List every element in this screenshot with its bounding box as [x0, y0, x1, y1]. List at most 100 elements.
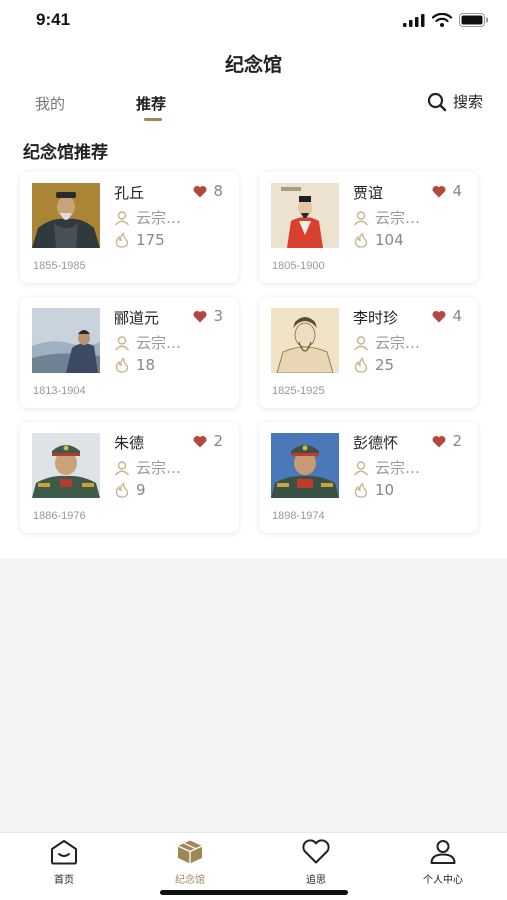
- author-row: 云宗…: [114, 457, 181, 478]
- views-row: 104: [353, 231, 404, 249]
- author-name: 云宗…: [136, 459, 182, 477]
- portrait-image: [32, 183, 100, 248]
- nav-profile-label: 个人中心: [423, 875, 463, 886]
- likes-value: 4: [452, 307, 462, 325]
- person-icon: [430, 840, 456, 864]
- content-area: 9:41 纪念馆 我的 推荐 搜索 纪念馆推荐 孔丘 8 云宗… 175 185…: [0, 0, 507, 558]
- fire-icon: [354, 482, 368, 498]
- memorial-name: 郦道元: [114, 309, 160, 327]
- views-row: 18: [114, 356, 155, 374]
- views-value: 18: [136, 356, 156, 374]
- views-row: 10: [353, 481, 394, 499]
- tab-bar: 我的 推荐 搜索: [0, 90, 507, 124]
- views-value: 175: [136, 231, 165, 249]
- status-icons: [403, 12, 489, 28]
- heart-icon: [302, 839, 330, 864]
- fire-icon: [115, 232, 129, 248]
- likes-count: 2: [193, 432, 223, 450]
- person-icon: [353, 335, 369, 350]
- status-bar: 9:41: [0, 0, 507, 40]
- page-title: 纪念馆: [224, 54, 282, 76]
- nav-home[interactable]: 首页: [14, 839, 114, 886]
- life-years: 1855-1985: [33, 260, 86, 272]
- search-label: 搜索: [452, 93, 483, 111]
- status-time: 9:41: [36, 10, 71, 29]
- likes-value: 3: [213, 307, 223, 325]
- memorial-name: 朱德: [114, 434, 145, 452]
- memorial-box-icon: [177, 840, 203, 864]
- home-indicator: [160, 890, 348, 895]
- search-icon: [427, 92, 447, 111]
- nav-profile[interactable]: 个人中心: [393, 839, 493, 886]
- portrait-image: [32, 308, 100, 373]
- likes-count: 4: [432, 182, 462, 200]
- life-years: 1886-1976: [33, 510, 86, 522]
- author-row: 云宗…: [114, 332, 181, 353]
- author-row: 云宗…: [353, 332, 420, 353]
- memorial-card[interactable]: 郦道元 3 云宗… 18 1813-1904: [20, 297, 239, 408]
- likes-value: 4: [452, 182, 462, 200]
- author-name: 云宗…: [136, 209, 182, 227]
- heart-icon: [433, 435, 446, 447]
- life-years: 1825-1925: [272, 385, 325, 397]
- memorial-name: 李时珍: [353, 309, 399, 327]
- active-tab-indicator: [144, 118, 162, 121]
- fire-icon: [354, 357, 368, 373]
- heart-icon: [194, 185, 207, 197]
- nav-memorial[interactable]: 纪念馆: [140, 839, 240, 886]
- portrait-image: [271, 183, 339, 248]
- memorial-card[interactable]: 贾谊 4 云宗… 104 1805-1900: [259, 172, 478, 283]
- portrait-image: [271, 308, 339, 373]
- memorial-card[interactable]: 朱德 2 云宗… 9 1886-1976: [20, 422, 239, 533]
- nav-home-label: 首页: [54, 875, 74, 886]
- nav-memorial-label: 纪念馆: [175, 875, 205, 886]
- fire-icon: [354, 232, 368, 248]
- likes-count: 3: [193, 307, 223, 325]
- memorial-name: 贾谊: [353, 184, 384, 202]
- likes-count: 8: [193, 182, 223, 200]
- author-name: 云宗…: [375, 209, 421, 227]
- views-value: 9: [136, 481, 146, 499]
- life-years: 1898-1974: [272, 510, 325, 522]
- views-row: 25: [353, 356, 394, 374]
- person-icon: [114, 210, 130, 225]
- nav-remembrance-label: 追思: [306, 875, 326, 886]
- author-row: 云宗…: [114, 207, 181, 228]
- person-icon: [353, 210, 369, 225]
- views-row: 9: [114, 481, 146, 499]
- wifi-icon: [432, 13, 452, 27]
- memorial-card[interactable]: 彭德怀 2 云宗… 10 1898-1974: [259, 422, 478, 533]
- memorial-card[interactable]: 孔丘 8 云宗… 175 1855-1985: [20, 172, 239, 283]
- likes-value: 2: [213, 432, 223, 450]
- author-name: 云宗…: [375, 459, 421, 477]
- views-value: 104: [375, 231, 404, 249]
- battery-icon: [459, 13, 488, 27]
- likes-value: 8: [213, 182, 223, 200]
- views-value: 25: [375, 356, 395, 374]
- tab-mine[interactable]: 我的: [35, 93, 65, 114]
- home-icon: [51, 840, 77, 865]
- memorial-name: 彭德怀: [353, 434, 399, 452]
- person-icon: [114, 460, 130, 475]
- portrait-image: [271, 433, 339, 498]
- nav-remembrance[interactable]: 追思: [266, 839, 366, 886]
- fire-icon: [115, 482, 129, 498]
- tab-recommended[interactable]: 推荐: [136, 93, 166, 114]
- heart-icon: [194, 435, 207, 447]
- cellular-signal-icon: [403, 13, 425, 27]
- life-years: 1813-1904: [33, 385, 86, 397]
- memorial-card[interactable]: 李时珍 4 云宗… 25 1825-1925: [259, 297, 478, 408]
- heart-icon: [194, 310, 207, 322]
- likes-count: 4: [432, 307, 462, 325]
- section-title: 纪念馆推荐: [23, 143, 108, 163]
- search-button[interactable]: 搜索: [427, 91, 483, 112]
- author-name: 云宗…: [136, 334, 182, 352]
- fire-icon: [115, 357, 129, 373]
- views-value: 10: [375, 481, 395, 499]
- person-icon: [353, 460, 369, 475]
- author-row: 云宗…: [353, 207, 420, 228]
- heart-icon: [433, 185, 446, 197]
- likes-count: 2: [432, 432, 462, 450]
- heart-icon: [433, 310, 446, 322]
- author-name: 云宗…: [375, 334, 421, 352]
